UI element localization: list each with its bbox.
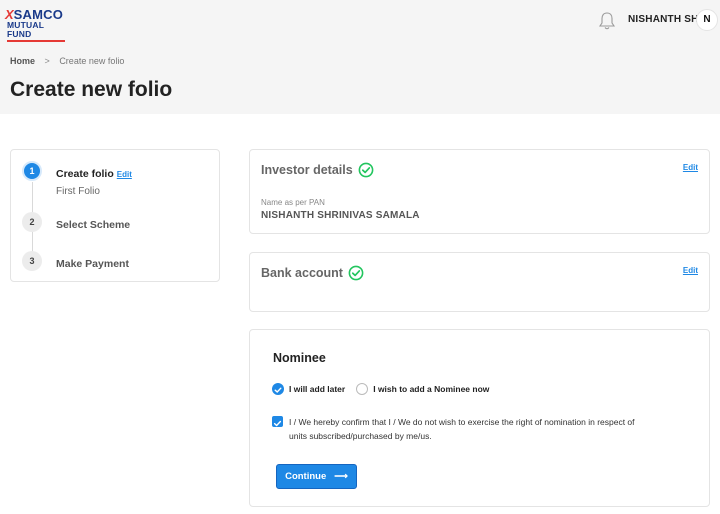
confirm-checkbox[interactable] [272,416,283,427]
radio-add-later-label[interactable]: I will add later [289,384,345,394]
confirm-text: I / We hereby confirm that I / We do not… [289,417,635,441]
step-sub-label: First Folio [56,186,100,197]
step-make-payment: 3 Make Payment [22,251,129,272]
stepper: 1 Create folio Edit First Folio 2 Select … [10,149,220,282]
step-number: 3 [22,251,42,271]
investor-details-card: Investor details Edit Name as per PAN NI… [249,149,710,234]
radio-add-later[interactable] [272,383,284,395]
breadcrumb: Home > Create new folio [10,56,124,66]
radio-add-now[interactable] [356,383,369,395]
bell-icon[interactable] [598,11,616,31]
top-bar: X SAMCO MUTUAL FUND THE SCIENCE-BASED MU… [0,0,720,45]
step-label: Create folio [56,168,114,180]
samco-logo[interactable]: X SAMCO MUTUAL FUND THE SCIENCE-BASED MU… [5,8,69,45]
page-title: Create new folio [10,78,173,101]
step-label: Make Payment [56,258,129,270]
check-icon [273,420,282,427]
bank-account-card: Bank account Edit [249,252,710,312]
breadcrumb-current: Create new folio [59,56,125,66]
step-label: Select Scheme [56,219,131,231]
arrow-right-icon: ⟶ [334,471,348,482]
investor-details-title: Investor details [261,162,374,178]
check-circle-icon [358,162,374,178]
step-number: 2 [22,212,42,232]
nominee-title: Nominee [273,351,326,365]
breadcrumb-home[interactable]: Home [10,56,35,66]
continue-button[interactable]: Continue ⟶ [276,464,357,489]
pan-name-value: NISHANTH SHRINIVAS SAMALA [261,210,420,221]
investor-details-title-text: Investor details [261,163,353,177]
radio-add-now-label[interactable]: I wish to add a Nominee now [373,384,489,394]
step-select-scheme: 2 Select Scheme [22,212,130,233]
bank-edit-link[interactable]: Edit [683,266,698,275]
nominee-card: Nominee I will add later I wish to add a… [249,329,710,507]
nominee-options: I will add later I wish to add a Nominee… [272,383,500,395]
step-create-folio: 1 Create folio Edit First Folio [22,161,132,197]
bank-account-title-text: Bank account [261,266,343,280]
avatar[interactable]: N [696,9,718,31]
page-header: Home > Create new folio Create new folio [0,42,720,114]
check-icon [274,387,282,393]
continue-label: Continue [285,471,327,482]
confirm-row: I / We hereby confirm that I / We do not… [272,415,649,443]
investor-edit-link[interactable]: Edit [683,163,698,172]
step-edit-link[interactable]: Edit [117,170,132,179]
logo-product: MUTUAL FUND [7,20,44,39]
bank-account-title: Bank account [261,265,364,281]
step-number: 1 [22,161,42,181]
step-connector [32,231,33,252]
breadcrumb-separator: > [44,56,50,66]
pan-name-label: Name as per PAN [261,198,325,207]
check-circle-icon [348,265,364,281]
